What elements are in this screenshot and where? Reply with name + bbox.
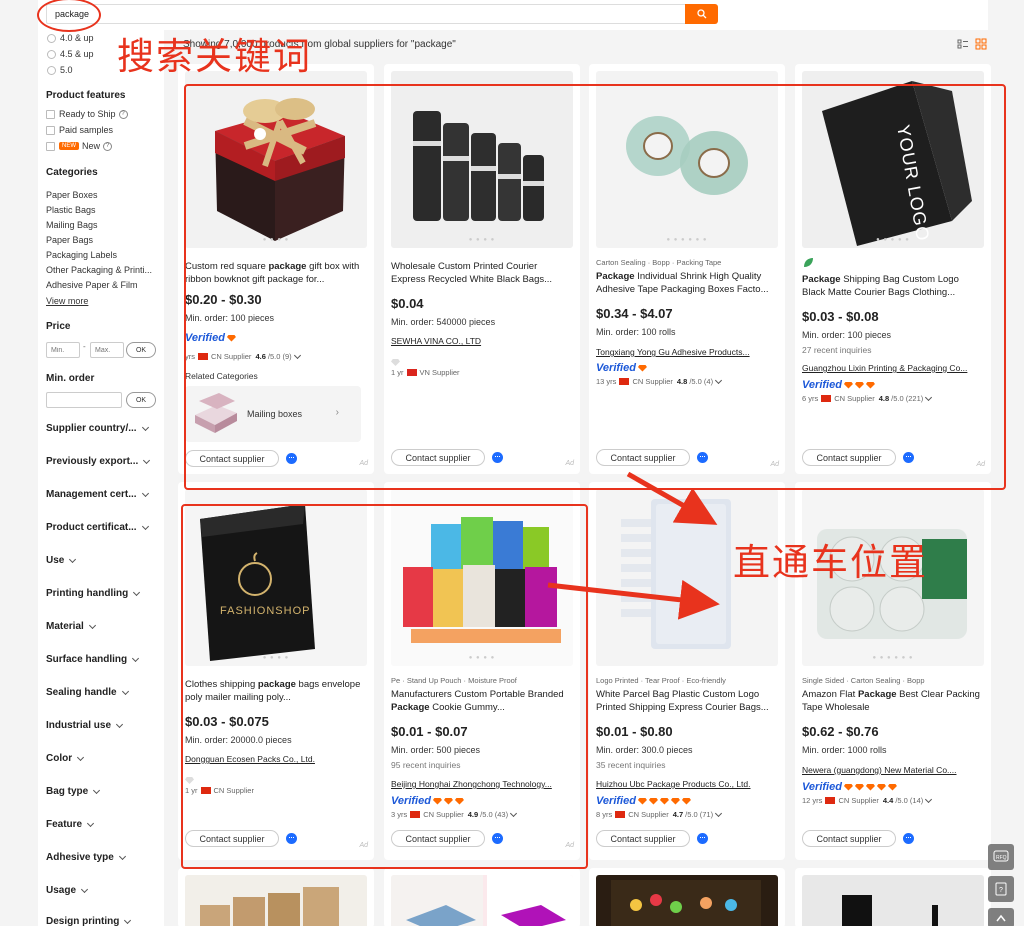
arrow-to-row2: [547, 579, 720, 620]
annotation-arrows: [547, 471, 720, 620]
arrow-to-row1: [626, 471, 718, 525]
